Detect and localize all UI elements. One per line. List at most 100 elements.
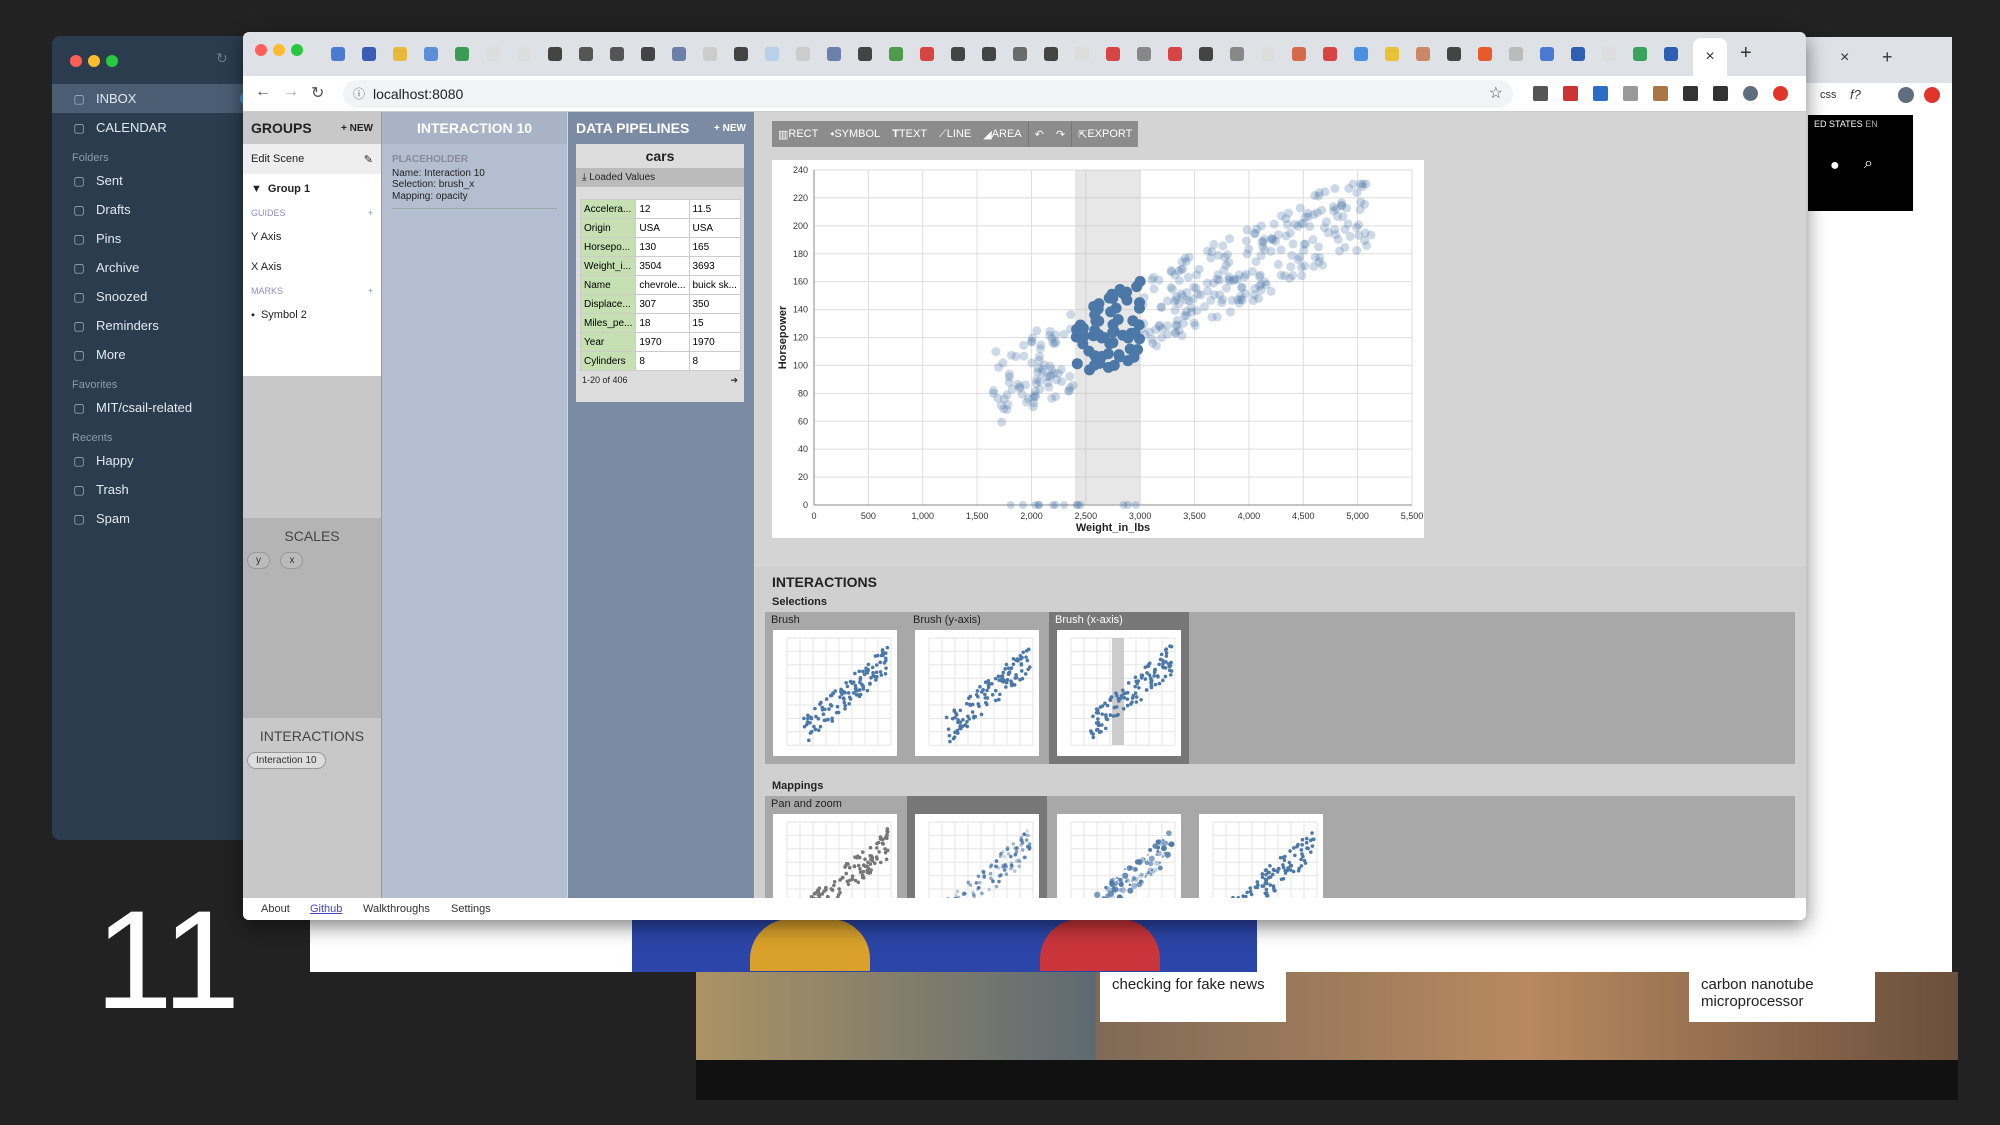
zoom-window-button[interactable] [106, 55, 118, 67]
tab-favicon-icon[interactable] [1323, 47, 1337, 61]
tab-favicon-icon[interactable] [362, 47, 376, 61]
tab-favicon-icon[interactable] [548, 47, 562, 61]
search-icon[interactable]: ⌕ [1864, 155, 1873, 173]
footer-settings-link[interactable]: Settings [451, 903, 491, 915]
formula-extension-icon[interactable]: f? [1850, 87, 1861, 102]
guide-item[interactable]: X Axis [243, 252, 381, 282]
tab-favicon-icon[interactable] [672, 47, 686, 61]
tab-favicon-icon[interactable] [1447, 47, 1461, 61]
profile-avatar[interactable] [1898, 87, 1914, 103]
background-close-tab-icon[interactable]: × [1840, 49, 1849, 67]
css-extension-icon[interactable] [1683, 86, 1698, 101]
interaction-option-brush-y-axis-[interactable]: Brush (y-axis) [907, 612, 1047, 764]
tab-favicon-icon[interactable] [1044, 47, 1058, 61]
area-tool-button[interactable]: ◢ AREA [977, 121, 1027, 147]
tab-favicon-icon[interactable] [1478, 47, 1492, 61]
tab-favicon-icon[interactable] [951, 47, 965, 61]
tab-favicon-icon[interactable] [982, 47, 996, 61]
tab-favicon-icon[interactable] [517, 47, 531, 61]
tab-favicon-icon[interactable] [1230, 47, 1244, 61]
scatter-chart[interactable]: 0 20 40 60 80 100 120 140 160 180 200 220 240 0 500 1,0… [772, 160, 1424, 538]
tab-favicon-icon[interactable] [1416, 47, 1430, 61]
interaction-pill[interactable]: Interaction 10 [247, 752, 326, 769]
tab-favicon-icon[interactable] [1633, 47, 1647, 61]
profile-avatar[interactable] [1743, 86, 1758, 101]
back-icon[interactable]: ← [255, 83, 271, 101]
footer-walkthroughs-link[interactable]: Walkthroughs [363, 903, 430, 915]
tab-favicon-icon[interactable] [393, 47, 407, 61]
tab-favicon-icon[interactable] [1509, 47, 1523, 61]
next-page-icon[interactable]: ➔ [730, 375, 738, 386]
tab-favicon-icon[interactable] [1540, 47, 1554, 61]
tab-favicon-icon[interactable] [579, 47, 593, 61]
new-tab-button[interactable]: + [1740, 42, 1752, 65]
loaded-values-header[interactable]: ⤓ Loaded Values [576, 168, 744, 187]
tab-favicon-icon[interactable] [1571, 47, 1585, 61]
tab-favicon-icon[interactable] [1354, 47, 1368, 61]
tab-favicon-icon[interactable] [1199, 47, 1213, 61]
tab-favicon-icon[interactable] [920, 47, 934, 61]
extension-icon[interactable] [1773, 86, 1788, 101]
news-card[interactable]: carbon nanotube microprocessor [1689, 972, 1875, 1022]
minimize-window-button[interactable] [273, 44, 285, 56]
tab-favicon-icon[interactable] [1664, 47, 1678, 61]
tab-favicon-icon[interactable] [858, 47, 872, 61]
symbol-tool-button[interactable]: ⬩ SYMBOL [824, 121, 886, 147]
export-button[interactable]: ⇱ EXPORT [1071, 121, 1138, 147]
group-row[interactable]: ▼ Group 1 [243, 174, 381, 204]
add-guide-icon[interactable]: + [368, 208, 373, 218]
minimize-window-button[interactable] [88, 55, 100, 67]
tab-favicon-icon[interactable] [1137, 47, 1151, 61]
dataset-name[interactable]: cars [576, 144, 744, 168]
tab-favicon-icon[interactable] [610, 47, 624, 61]
text-tool-button[interactable]: T TEXT [886, 121, 933, 147]
extension-icon[interactable] [1563, 86, 1578, 101]
new-group-button[interactable]: + NEW [341, 120, 373, 136]
scale-pill[interactable]: x [280, 552, 304, 569]
tab-favicon-icon[interactable] [827, 47, 841, 61]
interaction-option-brush[interactable]: Brush [765, 612, 905, 764]
edit-icon[interactable]: ✎ [364, 153, 373, 166]
reader-icon[interactable] [1623, 86, 1638, 101]
add-mark-icon[interactable]: + [368, 286, 373, 296]
forward-icon[interactable]: → [283, 83, 299, 101]
extension-icon[interactable] [1653, 86, 1668, 101]
formula-extension-icon[interactable] [1713, 86, 1728, 101]
guide-item[interactable]: Y Axis [243, 222, 381, 252]
active-tab[interactable]: × [1693, 38, 1727, 76]
tab-favicon-icon[interactable] [1385, 47, 1399, 61]
address-bar[interactable]: ⓘ localhost:8080 ☆ [343, 80, 1513, 108]
tab-favicon-icon[interactable] [641, 47, 655, 61]
scale-pill[interactable]: y [247, 552, 270, 569]
redo-button[interactable]: ↷ [1050, 121, 1071, 147]
tab-favicon-icon[interactable] [1292, 47, 1306, 61]
tab-favicon-icon[interactable] [703, 47, 717, 61]
css-extension-icon[interactable]: css [1820, 89, 1837, 101]
line-tool-button[interactable]: ⟋ LINE [933, 121, 977, 147]
tab-favicon-icon[interactable] [455, 47, 469, 61]
history-icon[interactable] [1533, 86, 1548, 101]
tab-favicon-icon[interactable] [331, 47, 345, 61]
news-card[interactable]: checking for fake news [1100, 972, 1286, 1022]
footer-about-link[interactable]: About [261, 903, 290, 915]
tab-favicon-icon[interactable] [889, 47, 903, 61]
mark-item[interactable]: ⬩ Symbol 2 [243, 300, 381, 330]
tab-favicon-icon[interactable] [1602, 47, 1616, 61]
tab-favicon-icon[interactable] [796, 47, 810, 61]
close-window-button[interactable] [70, 55, 82, 67]
edit-scene-row[interactable]: Edit Scene ✎ [243, 144, 381, 174]
extension-icon[interactable] [1593, 86, 1608, 101]
close-window-button[interactable] [255, 44, 267, 56]
rect-tool-button[interactable]: ▥ RECT [772, 121, 824, 147]
tab-favicon-icon[interactable] [1013, 47, 1027, 61]
caret-down-icon[interactable]: ▼ [251, 183, 262, 195]
interaction-option-brush-x-axis-[interactable]: Brush (x-axis) [1049, 612, 1189, 764]
reload-icon[interactable]: ↻ [311, 83, 324, 103]
tab-favicon-icon[interactable] [1261, 47, 1275, 61]
new-pipeline-button[interactable]: + NEW [714, 120, 746, 136]
refresh-icon[interactable]: ↻ [216, 50, 228, 67]
extension-icon[interactable] [1924, 87, 1940, 103]
tab-favicon-icon[interactable] [1168, 47, 1182, 61]
undo-button[interactable]: ↶ [1027, 121, 1050, 147]
tab-favicon-icon[interactable] [765, 47, 779, 61]
